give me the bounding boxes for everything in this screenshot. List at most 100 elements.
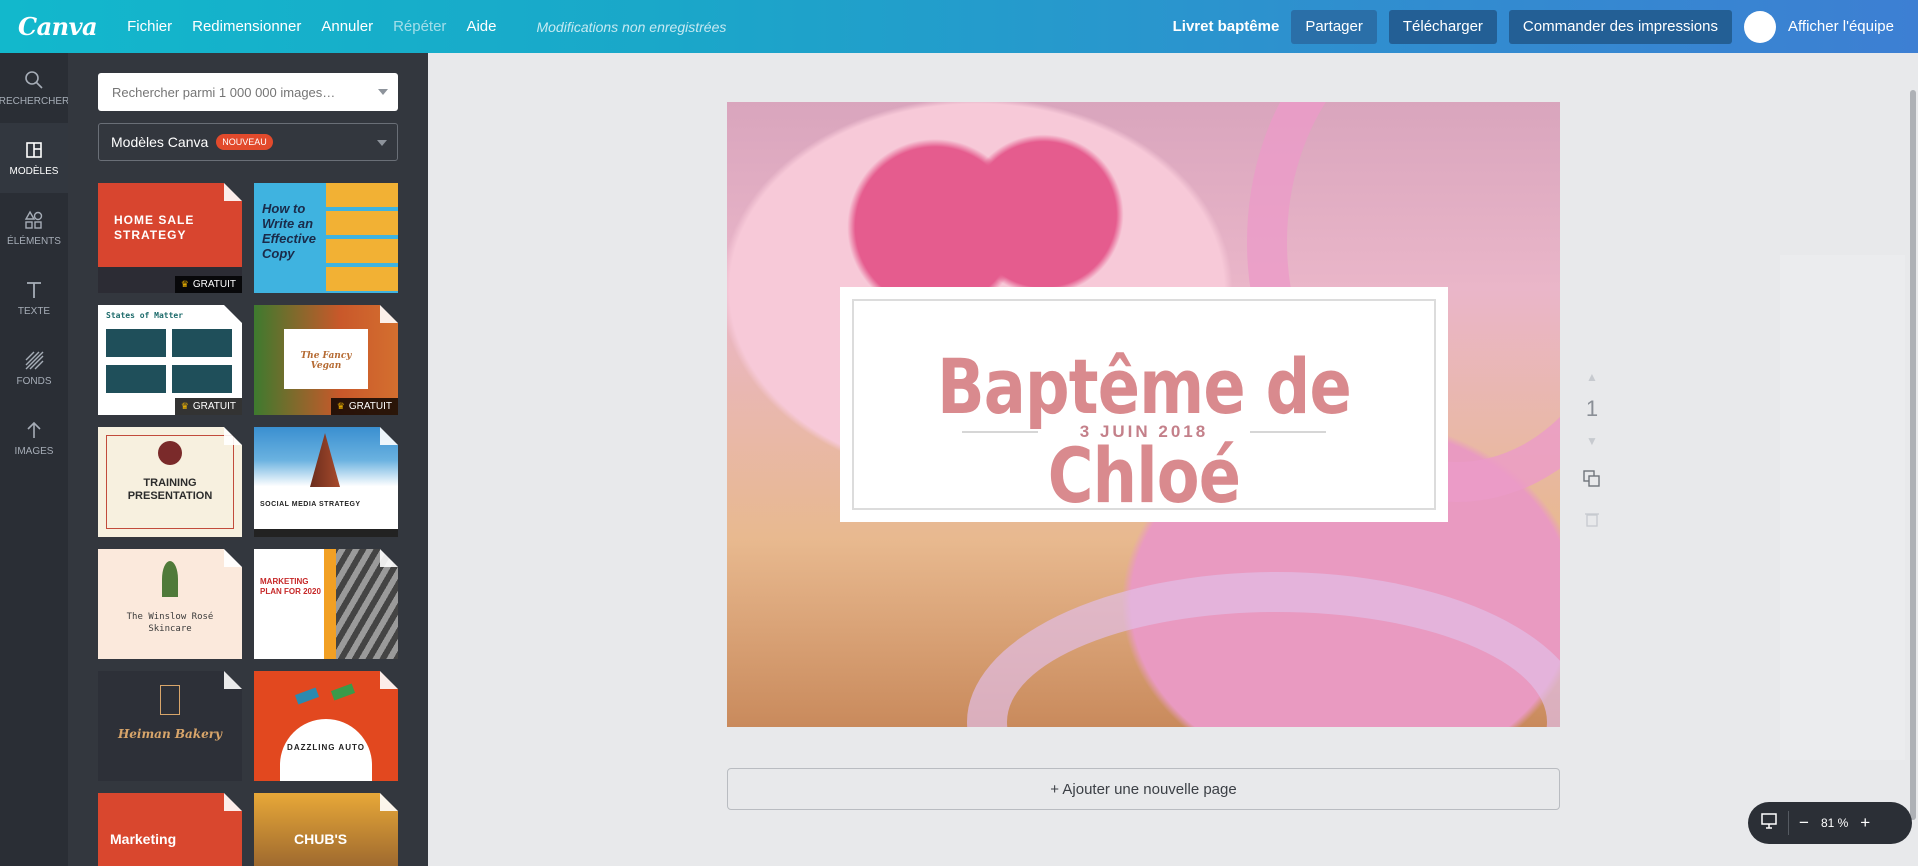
- ribbon-shape: [967, 572, 1560, 727]
- chef-icon: [160, 685, 180, 715]
- pattern-icon: [25, 351, 44, 369]
- template-title: The Winslow Rosé Skincare: [126, 612, 214, 634]
- page-fold: [224, 671, 242, 689]
- canvas-margin: [1780, 255, 1905, 760]
- template-blocks: [326, 183, 398, 293]
- new-badge: NOUVEAU: [216, 134, 273, 150]
- text-icon: [27, 281, 41, 298]
- rail-label: MODÈLES: [9, 165, 59, 177]
- template-title: CHUB'S: [294, 831, 348, 847]
- menu-help[interactable]: Aide: [466, 18, 496, 35]
- template-title: DAZZLING AUTO: [287, 743, 365, 752]
- design-canvas[interactable]: Baptême de Chloé 3 JUIN 2018: [727, 102, 1560, 727]
- template-card[interactable]: Marketing: [98, 793, 242, 866]
- rail-label: ÉLÉMENTS: [7, 235, 61, 247]
- upload-icon: [27, 421, 41, 438]
- free-badge: ♛ GRATUIT: [330, 398, 398, 415]
- template-source-select[interactable]: Modèles Canva NOUVEAU: [98, 123, 398, 161]
- menu-redo[interactable]: Répéter: [393, 18, 446, 35]
- template-card[interactable]: TRAINING PRESENTATION: [98, 427, 242, 537]
- template-block: [106, 329, 166, 357]
- chevron-down-icon: [377, 140, 387, 146]
- template-title: Heiman Bakery: [117, 727, 223, 741]
- template-card[interactable]: DAZZLING AUTO: [254, 671, 398, 781]
- crown-icon: ♛: [336, 401, 345, 411]
- share-button[interactable]: Partager: [1291, 9, 1377, 44]
- rail-elements[interactable]: ÉLÉMENTS: [0, 193, 68, 263]
- template-title: SOCIAL MEDIA STRATEGY: [260, 501, 361, 508]
- zoom-value: 81 %: [1820, 816, 1849, 830]
- shapes-icon: [24, 210, 43, 229]
- template-emblem: [158, 441, 182, 465]
- template-block: [172, 365, 232, 393]
- template-title: MARKETING PLAN FOR 2020: [260, 577, 321, 596]
- chevron-up-icon[interactable]: ▲: [1578, 370, 1606, 384]
- rail-label: RECHERCHER: [0, 95, 70, 107]
- show-team-button[interactable]: Afficher l'équipe: [1744, 10, 1894, 44]
- template-block: [106, 365, 166, 393]
- page-fold: [380, 305, 398, 323]
- search-input[interactable]: [112, 84, 362, 100]
- plant-icon: [162, 561, 178, 597]
- zoom-control: − 81 % +: [1748, 802, 1912, 844]
- template-card[interactable]: The Winslow Rosé Skincare: [98, 549, 242, 659]
- template-title: Marketing: [110, 831, 177, 847]
- free-label: GRATUIT: [192, 401, 236, 412]
- canva-logo[interactable]: Canva: [18, 12, 98, 41]
- rail-text[interactable]: TEXTE: [0, 263, 68, 333]
- delete-page-icon[interactable]: [1578, 511, 1606, 532]
- save-status: Modifications non enregistrées: [536, 18, 727, 35]
- present-icon[interactable]: [1760, 812, 1778, 835]
- car-icon: [294, 687, 320, 705]
- rail-templates[interactable]: MODÈLES: [0, 123, 68, 193]
- template-block: [172, 329, 232, 357]
- template-card[interactable]: The Fancy Vegan ♛ GRATUIT: [254, 305, 398, 415]
- separator: [1788, 811, 1789, 835]
- template-card[interactable]: How to Write an Effective Copy: [254, 183, 398, 293]
- rail-images[interactable]: IMAGES: [0, 403, 68, 473]
- page-fold: [224, 305, 242, 323]
- menu-resize[interactable]: Redimensionner: [192, 18, 301, 35]
- free-badge: ♛ GRATUIT: [174, 276, 242, 293]
- layout-icon: [26, 141, 42, 158]
- page-fold: [380, 549, 398, 567]
- rail-search[interactable]: RECHERCHER: [0, 53, 70, 123]
- free-label: GRATUIT: [348, 401, 392, 412]
- chevron-down-icon[interactable]: [378, 89, 388, 95]
- zoom-out-button[interactable]: −: [1799, 813, 1809, 833]
- page-number: 1: [1585, 396, 1599, 421]
- template-card[interactable]: SOCIAL MEDIA STRATEGY: [254, 427, 398, 537]
- order-prints-button[interactable]: Commander des impressions: [1508, 9, 1732, 44]
- free-badge: ♛ GRATUIT: [174, 398, 242, 415]
- template-band: [254, 529, 398, 537]
- page-fold: [380, 671, 398, 689]
- add-page-button[interactable]: + Ajouter une nouvelle page: [727, 768, 1560, 810]
- divider-line: [1250, 431, 1327, 433]
- template-card[interactable]: States of Matter ♛ GRATUIT: [98, 305, 242, 415]
- page-fold: [224, 549, 242, 567]
- rail-backgrounds[interactable]: FONDS: [0, 333, 68, 403]
- crown-icon: ♛: [180, 401, 189, 411]
- chevron-down-icon[interactable]: ▼: [1578, 434, 1606, 448]
- template-card[interactable]: MARKETING PLAN FOR 2020: [254, 549, 398, 659]
- menu-file[interactable]: Fichier: [127, 18, 172, 35]
- template-title: TRAINING PRESENTATION: [127, 477, 213, 502]
- zoom-in-button[interactable]: +: [1860, 813, 1870, 833]
- download-button[interactable]: Télécharger: [1388, 9, 1497, 44]
- design-date[interactable]: 3 JUIN 2018: [1080, 422, 1208, 442]
- show-team-label: Afficher l'équipe: [1788, 18, 1894, 35]
- vertical-scrollbar[interactable]: [1910, 90, 1916, 820]
- page-fold: [224, 427, 242, 445]
- template-card[interactable]: CHUB'S: [254, 793, 398, 866]
- title-card[interactable]: Baptême de Chloé 3 JUIN 2018: [840, 287, 1448, 522]
- template-stripe: [324, 549, 336, 659]
- template-card[interactable]: HOME SALE STRATEGY ♛ GRATUIT: [98, 183, 242, 293]
- template-card[interactable]: Heiman Bakery: [98, 671, 242, 781]
- template-title: The Fancy Vegan: [300, 351, 352, 371]
- duplicate-page-icon[interactable]: [1578, 470, 1606, 493]
- avatar: [1744, 10, 1776, 43]
- side-rail: RECHERCHER MODÈLES ÉLÉMENTS TEXTE FONDS …: [0, 53, 70, 866]
- menu-undo[interactable]: Annuler: [321, 18, 373, 35]
- image-search[interactable]: [98, 73, 398, 111]
- document-title[interactable]: Livret baptême: [1173, 18, 1280, 35]
